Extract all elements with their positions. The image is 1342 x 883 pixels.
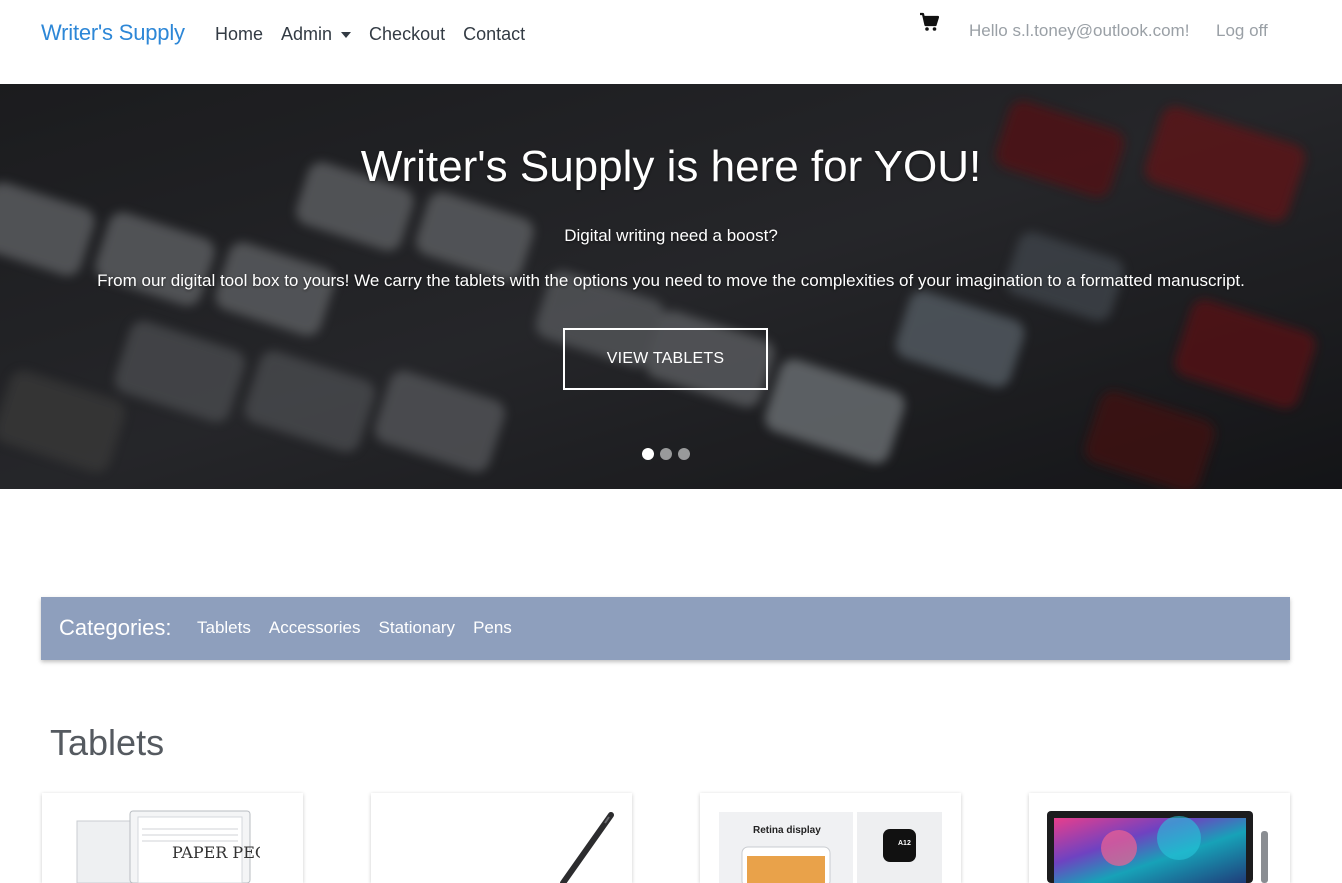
carousel-indicator-3[interactable]	[678, 448, 690, 460]
product-card-1[interactable]: PAPER PEOPLE	[42, 793, 303, 883]
hero-subtitle: Digital writing need a boost?	[564, 226, 778, 245]
product-card-3[interactable]: Retina display A12	[700, 793, 961, 883]
a12-chip-label: A12	[898, 840, 911, 847]
carousel-indicator-1[interactable]	[642, 448, 654, 460]
retina-display-label: Retina display	[753, 825, 821, 836]
chevron-down-icon	[341, 32, 352, 38]
brand-link[interactable]: Writer's Supply	[41, 20, 185, 46]
logoff-link[interactable]: Log off	[1216, 21, 1268, 41]
product-card-4[interactable]	[1029, 793, 1290, 883]
category-link-accessories[interactable]: Accessories	[269, 618, 361, 638]
section-title: Tablets	[50, 722, 165, 763]
hero-title: Writer's Supply is here for YOU!	[360, 142, 982, 191]
view-tablets-button[interactable]: VIEW TABLETS	[563, 328, 768, 390]
svg-text:PAPER PEOPLE: PAPER PEOPLE	[172, 843, 260, 862]
product-card-2[interactable]	[371, 793, 632, 883]
hero-description: From our digital tool box to yours! We c…	[97, 271, 1245, 290]
nav-link-contact[interactable]: Contact	[463, 24, 525, 45]
nav-link-checkout[interactable]: Checkout	[369, 24, 445, 45]
nav-link-admin-label: Admin	[281, 24, 333, 44]
paper-people-text: PAPER PEOPLE	[172, 843, 260, 862]
shopping-cart-icon[interactable]	[919, 12, 939, 32]
carousel-indicators	[642, 448, 690, 460]
navbar: Writer's Supply Home Admin Checkout Cont…	[0, 0, 1342, 84]
category-links: Tablets Accessories Stationary Pens	[197, 618, 530, 638]
ipad-retina-image	[719, 812, 942, 883]
hero-carousel: Writer's Supply is here for YOU! Digital…	[0, 84, 1342, 489]
categories-bar: Categories: Tablets Accessories Stationa…	[41, 597, 1290, 660]
nav-link-admin[interactable]: Admin	[281, 24, 352, 45]
nav-links: Home Admin Checkout Contact	[215, 24, 543, 45]
user-greeting-link[interactable]: Hello s.l.toney@outlook.com!	[969, 21, 1189, 41]
surface-tablet-image	[1047, 811, 1268, 883]
category-link-pens[interactable]: Pens	[473, 618, 512, 638]
nav-link-home[interactable]: Home	[215, 24, 263, 45]
category-link-stationary[interactable]: Stationary	[379, 618, 456, 638]
carousel-indicator-2[interactable]	[660, 448, 672, 460]
category-link-tablets[interactable]: Tablets	[197, 618, 251, 638]
stylus-pen-image	[560, 812, 614, 883]
categories-title: Categories:	[59, 615, 172, 640]
